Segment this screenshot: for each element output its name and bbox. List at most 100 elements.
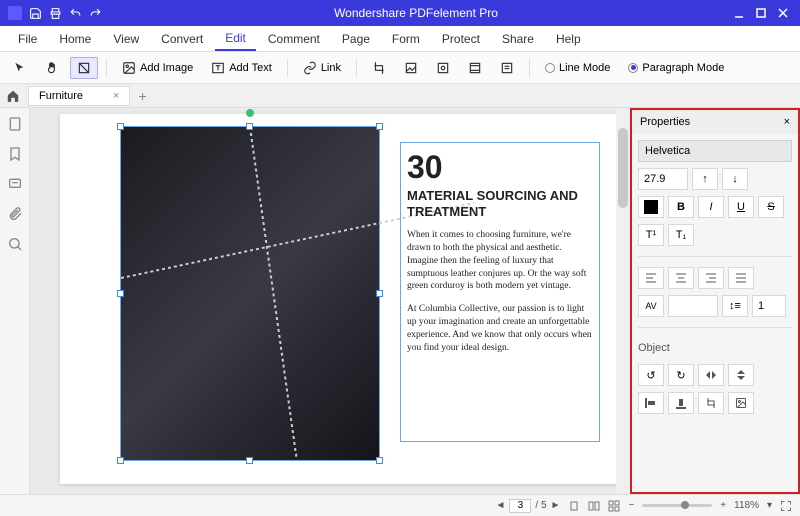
- zoom-slider[interactable]: [642, 504, 712, 507]
- line-spacing-input[interactable]: 1: [752, 295, 786, 317]
- decrease-size-button[interactable]: ↓: [722, 168, 748, 190]
- tab-add-button[interactable]: +: [138, 88, 146, 104]
- selected-image[interactable]: [120, 126, 380, 461]
- italic-button[interactable]: I: [698, 196, 724, 218]
- comments-icon[interactable]: [7, 176, 23, 192]
- align-object-bottom-button[interactable]: [668, 392, 694, 414]
- view-continuous-icon[interactable]: [588, 500, 600, 512]
- print-icon[interactable]: [48, 6, 62, 20]
- underline-button[interactable]: U: [728, 196, 754, 218]
- redo-icon[interactable]: [88, 6, 102, 20]
- replace-image-button[interactable]: [728, 392, 754, 414]
- char-spacing-input[interactable]: [668, 295, 718, 317]
- rotate-right-button[interactable]: ↻: [668, 364, 694, 386]
- resize-handle[interactable]: [117, 457, 124, 464]
- resize-handle[interactable]: [246, 123, 253, 130]
- add-text-label: Add Text: [229, 62, 272, 74]
- menu-file[interactable]: File: [8, 28, 47, 50]
- align-justify-button[interactable]: [728, 267, 754, 289]
- resize-handle[interactable]: [376, 290, 383, 297]
- paragraph-mode-radio[interactable]: Paragraph Mode: [621, 58, 731, 78]
- home-icon[interactable]: [6, 89, 20, 103]
- line-mode-radio[interactable]: Line Mode: [538, 58, 617, 78]
- align-left-button[interactable]: [638, 267, 664, 289]
- line-mode-label: Line Mode: [559, 62, 610, 74]
- view-grid-icon[interactable]: [608, 500, 620, 512]
- resize-handle[interactable]: [117, 290, 124, 297]
- crop-object-button[interactable]: [698, 392, 724, 414]
- canvas[interactable]: 30 MATERIAL SOURCING AND TREATMENT When …: [30, 108, 630, 494]
- crop-tool[interactable]: [365, 57, 393, 79]
- close-icon[interactable]: [776, 6, 790, 20]
- text-block[interactable]: 30 MATERIAL SOURCING AND TREATMENT When …: [400, 142, 600, 442]
- document-tab-bar: Furniture × +: [0, 84, 800, 108]
- increase-size-button[interactable]: ↑: [692, 168, 718, 190]
- object-section-label: Object: [638, 338, 792, 358]
- save-icon[interactable]: [28, 6, 42, 20]
- menu-comment[interactable]: Comment: [258, 28, 330, 50]
- resize-handle[interactable]: [376, 457, 383, 464]
- link-button[interactable]: Link: [296, 57, 348, 79]
- properties-close-icon[interactable]: ×: [784, 116, 790, 128]
- search-icon[interactable]: [7, 236, 23, 252]
- rotate-handle[interactable]: [246, 109, 254, 117]
- strikethrough-button[interactable]: S: [758, 196, 784, 218]
- bates-tool[interactable]: [493, 57, 521, 79]
- align-object-left-button[interactable]: [638, 392, 664, 414]
- menu-bar: File Home View Convert Edit Comment Page…: [0, 26, 800, 52]
- menu-share[interactable]: Share: [492, 28, 544, 50]
- subscript-button[interactable]: T₁: [668, 224, 694, 246]
- left-sidebar: [0, 108, 30, 494]
- bold-button[interactable]: B: [668, 196, 694, 218]
- page-total: / 5: [535, 500, 546, 511]
- zoom-in-button[interactable]: +: [720, 500, 726, 511]
- thumbnails-icon[interactable]: [7, 116, 23, 132]
- app-title: Wondershare PDFelement Pro: [110, 6, 722, 20]
- flip-vertical-button[interactable]: [728, 364, 754, 386]
- menu-form[interactable]: Form: [382, 28, 430, 50]
- menu-protect[interactable]: Protect: [432, 28, 490, 50]
- superscript-button[interactable]: T¹: [638, 224, 664, 246]
- menu-home[interactable]: Home: [49, 28, 101, 50]
- text-color-swatch[interactable]: [638, 196, 664, 218]
- menu-convert[interactable]: Convert: [151, 28, 213, 50]
- undo-icon[interactable]: [68, 6, 82, 20]
- vertical-scrollbar[interactable]: [616, 108, 630, 494]
- document-tab[interactable]: Furniture ×: [28, 86, 130, 106]
- background-tool[interactable]: [429, 57, 457, 79]
- char-spacing-icon: AV: [638, 295, 664, 317]
- prev-page-button[interactable]: ◄: [496, 500, 506, 511]
- add-text-button[interactable]: Add Text: [204, 57, 279, 79]
- menu-help[interactable]: Help: [546, 28, 591, 50]
- zoom-dropdown-icon[interactable]: ▾: [767, 500, 772, 511]
- menu-page[interactable]: Page: [332, 28, 380, 50]
- edit-tool[interactable]: [70, 57, 98, 79]
- header-footer-tool[interactable]: [461, 57, 489, 79]
- align-right-button[interactable]: [698, 267, 724, 289]
- tab-close-icon[interactable]: ×: [113, 90, 119, 102]
- resize-handle[interactable]: [246, 457, 253, 464]
- resize-handle[interactable]: [117, 123, 124, 130]
- align-center-button[interactable]: [668, 267, 694, 289]
- attachments-icon[interactable]: [7, 206, 23, 222]
- fullscreen-icon[interactable]: [780, 500, 792, 512]
- view-single-icon[interactable]: [568, 500, 580, 512]
- resize-handle[interactable]: [376, 123, 383, 130]
- font-size-input[interactable]: 27.9: [638, 168, 688, 190]
- add-image-button[interactable]: Add Image: [115, 57, 200, 79]
- menu-edit[interactable]: Edit: [215, 27, 256, 51]
- maximize-icon[interactable]: [754, 6, 768, 20]
- minimize-icon[interactable]: [732, 6, 746, 20]
- edit-toolbar: Add Image Add Text Link Line Mode Paragr…: [0, 52, 800, 84]
- bookmarks-icon[interactable]: [7, 146, 23, 162]
- menu-view[interactable]: View: [103, 28, 149, 50]
- watermark-tool[interactable]: [397, 57, 425, 79]
- hand-tool[interactable]: [38, 57, 66, 79]
- select-tool[interactable]: [6, 57, 34, 79]
- page-number-input[interactable]: [509, 499, 531, 513]
- font-family-select[interactable]: Helvetica: [638, 140, 792, 162]
- next-page-button[interactable]: ►: [551, 500, 561, 511]
- rotate-left-button[interactable]: ↺: [638, 364, 664, 386]
- flip-horizontal-button[interactable]: [698, 364, 724, 386]
- zoom-out-button[interactable]: −: [628, 500, 634, 511]
